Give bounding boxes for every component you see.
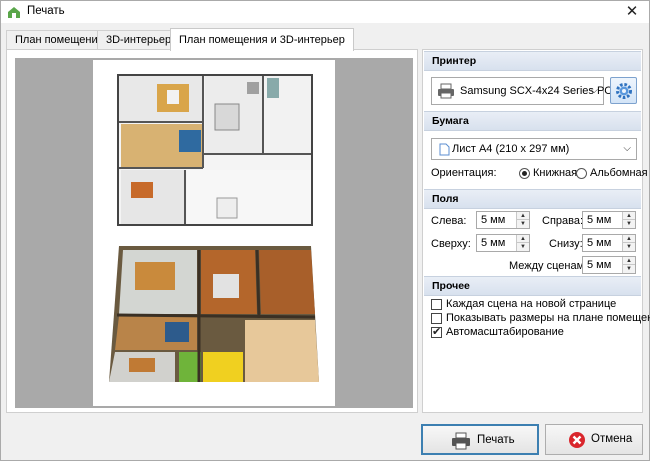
margin-right-label: Справа:	[542, 215, 584, 227]
decrement-icon[interactable]: ▼	[622, 220, 635, 228]
settings-panel: Принтер Samsung SCX-4x24 Series PCL... ⌵…	[422, 49, 650, 413]
increment-icon[interactable]: ▲	[622, 235, 635, 243]
increment-icon[interactable]: ▲	[516, 235, 529, 243]
decrement-icon[interactable]: ▼	[622, 243, 635, 251]
print-dialog: Печать ✕ План помещения 3D-интерьер План…	[0, 0, 650, 461]
tab-floor-plan-and-3d[interactable]: План помещения и 3D-интерьер	[170, 28, 354, 51]
orientation-portrait-radio[interactable]	[519, 168, 530, 179]
printer-section-header: Принтер	[424, 51, 641, 71]
paper-select[interactable]: Лист А4 (210 x 297 мм) ⌵	[431, 138, 637, 160]
scene-spacing-stepper[interactable]: 5 мм ▲ ▼	[582, 256, 636, 274]
printer-icon	[438, 83, 454, 99]
margins-section-header: Поля	[424, 189, 641, 209]
decrement-icon[interactable]: ▼	[622, 265, 635, 273]
scene-spacing-label: Между сценами:	[509, 260, 594, 272]
paper-section-header: Бумага	[424, 111, 641, 131]
margin-right-stepper[interactable]: 5 мм ▲ ▼	[582, 211, 636, 229]
floor-plan-preview	[117, 74, 313, 226]
margin-top-stepper[interactable]: 5 мм ▲ ▼	[476, 234, 530, 252]
paper-size: Лист А4 (210 x 297 мм)	[452, 143, 570, 155]
increment-icon[interactable]: ▲	[622, 257, 635, 265]
margin-left-stepper[interactable]: 5 мм ▲ ▼	[476, 211, 530, 229]
cancel-icon	[569, 432, 585, 448]
print-preview	[15, 58, 413, 408]
printer-icon	[452, 432, 470, 450]
gear-icon	[616, 83, 632, 99]
scene-spacing-value: 5 мм	[587, 259, 612, 271]
tab-3d-interior[interactable]: 3D-интерьер	[97, 30, 181, 50]
chevron-down-icon: ⌵	[590, 85, 598, 96]
3d-interior-preview	[109, 246, 319, 382]
app-icon	[8, 7, 20, 18]
margin-bottom-stepper[interactable]: 5 мм ▲ ▼	[582, 234, 636, 252]
printer-select[interactable]: Samsung SCX-4x24 Series PCL... ⌵	[431, 77, 628, 105]
show-dimensions-checkbox[interactable]	[431, 313, 442, 324]
preview-panel	[6, 49, 418, 413]
margin-top-value: 5 мм	[481, 237, 506, 249]
printer-name: Samsung SCX-4x24 Series PCL...	[460, 85, 628, 97]
increment-icon[interactable]: ▲	[622, 212, 635, 220]
auto-scale-checkbox[interactable]	[431, 325, 442, 338]
title-bar: Печать ✕	[1, 1, 649, 23]
other-section-header: Прочее	[424, 276, 641, 296]
print-button[interactable]: Печать	[421, 424, 539, 455]
preview-page	[93, 60, 335, 406]
orientation-label: Ориентация:	[431, 167, 497, 179]
new-page-per-scene-checkbox[interactable]	[431, 299, 442, 310]
cancel-button[interactable]: Отмена	[545, 424, 643, 455]
auto-scale-label: Автомасштабирование	[446, 326, 564, 338]
close-button[interactable]: ✕	[615, 1, 649, 23]
page-icon	[439, 143, 450, 156]
orientation-landscape-label: Альбомная	[590, 167, 648, 179]
margin-left-label: Слева:	[431, 215, 467, 227]
margin-left-value: 5 мм	[481, 214, 506, 226]
margin-bottom-label: Снизу:	[549, 238, 583, 250]
cancel-button-label: Отмена	[591, 433, 633, 445]
margin-right-value: 5 мм	[587, 214, 612, 226]
print-button-label: Печать	[477, 434, 515, 446]
orientation-landscape-radio[interactable]	[576, 168, 587, 179]
close-icon: ✕	[625, 3, 639, 20]
orientation-portrait-label: Книжная	[533, 167, 578, 179]
window-title: Печать	[27, 5, 65, 17]
new-page-per-scene-label: Каждая сцена на новой странице	[446, 298, 617, 310]
increment-icon[interactable]: ▲	[516, 212, 529, 220]
decrement-icon[interactable]: ▼	[516, 243, 529, 251]
margin-bottom-value: 5 мм	[587, 237, 612, 249]
chevron-down-icon: ⌵	[623, 143, 631, 154]
show-dimensions-label: Показывать размеры на плане помещения	[446, 312, 650, 324]
margin-top-label: Сверху:	[431, 238, 471, 250]
printer-settings-button[interactable]	[610, 77, 637, 104]
decrement-icon[interactable]: ▼	[516, 220, 529, 228]
